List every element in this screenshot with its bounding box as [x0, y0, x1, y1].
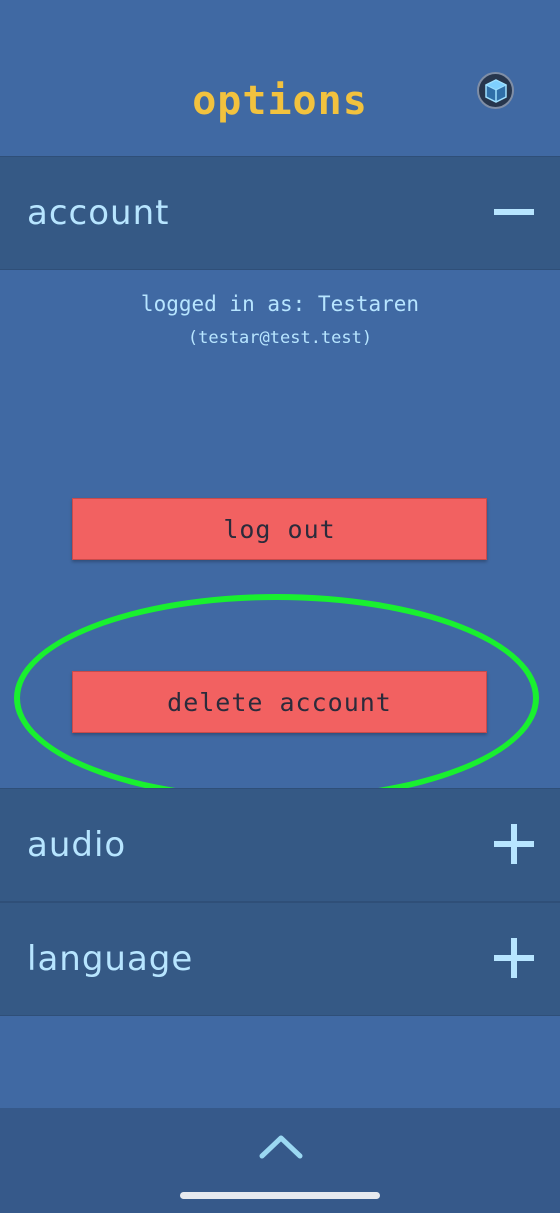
plus-icon[interactable]: [492, 822, 536, 866]
plus-icon[interactable]: [492, 936, 536, 980]
chevron-up-icon[interactable]: [259, 1132, 303, 1160]
cube-button[interactable]: [477, 72, 514, 109]
minus-icon[interactable]: [492, 190, 536, 234]
delete-account-button[interactable]: delete account: [72, 671, 487, 733]
section-account-header[interactable]: account: [0, 156, 560, 270]
section-label-language: language: [27, 939, 194, 979]
section-language-header[interactable]: language: [0, 902, 560, 1016]
account-email-text: (testar@test.test): [187, 328, 373, 348]
logged-in-text: logged in as: Testaren: [140, 292, 420, 316]
logout-button[interactable]: log out: [72, 498, 487, 560]
section-audio-header[interactable]: audio: [0, 788, 560, 902]
section-label-account: account: [27, 193, 170, 233]
cube-icon: [484, 78, 507, 103]
section-label-audio: audio: [27, 825, 127, 865]
page-title: options: [192, 78, 368, 124]
home-indicator: [180, 1192, 380, 1199]
